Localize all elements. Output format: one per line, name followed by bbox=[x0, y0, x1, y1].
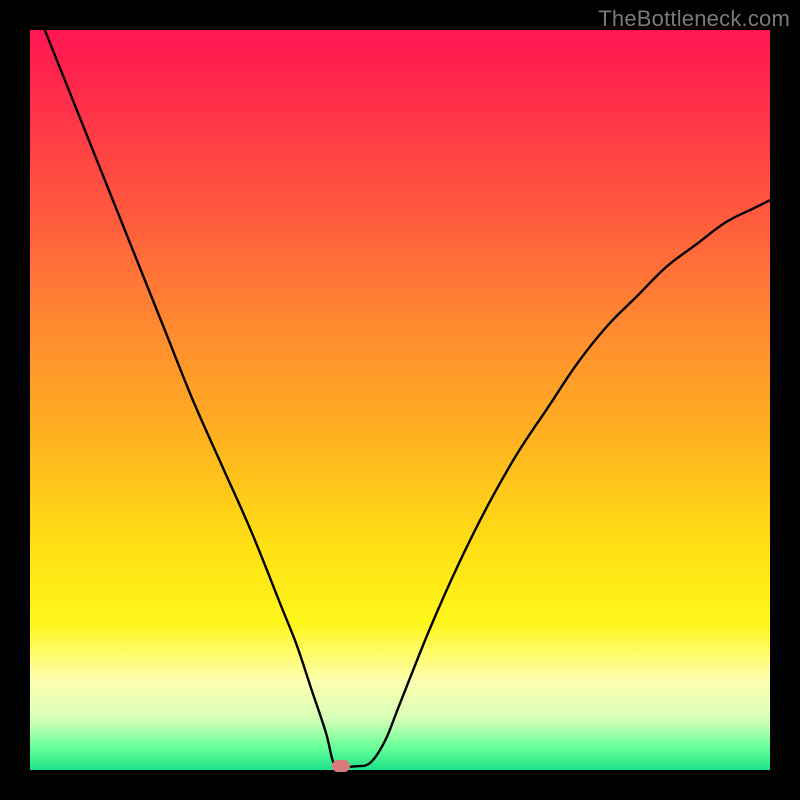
watermark-text: TheBottleneck.com bbox=[598, 6, 790, 32]
chart-frame: TheBottleneck.com bbox=[0, 0, 800, 800]
plot-area bbox=[30, 30, 770, 770]
bottleneck-curve bbox=[30, 30, 770, 770]
optimal-marker bbox=[332, 760, 350, 772]
